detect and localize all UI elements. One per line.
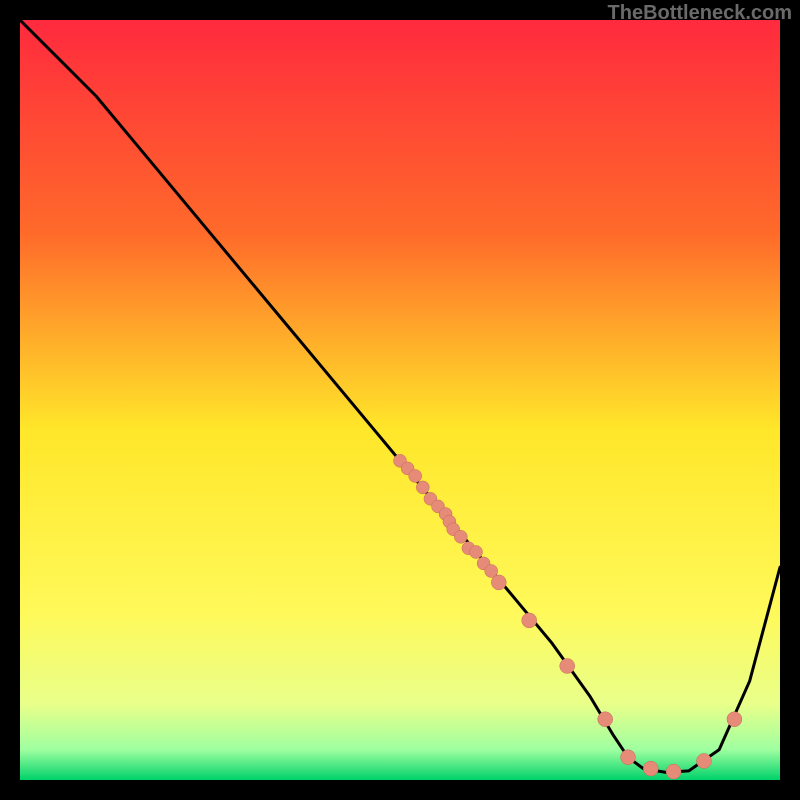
scatter-dot — [491, 575, 506, 590]
scatter-dot — [621, 750, 636, 765]
scatter-dot — [416, 481, 429, 494]
scatter-dot — [470, 546, 483, 559]
scatter-dot — [522, 613, 537, 628]
scatter-dot — [643, 761, 658, 776]
scatter-dot — [697, 754, 712, 769]
chart-svg — [20, 20, 780, 780]
chart-stage: TheBottleneck.com — [0, 0, 800, 800]
plot-area — [20, 20, 780, 780]
scatter-dot — [560, 659, 575, 674]
scatter-dot — [454, 530, 467, 543]
scatter-dot — [666, 764, 681, 779]
gradient-background — [20, 20, 780, 780]
scatter-dot — [409, 470, 422, 483]
scatter-dot — [727, 712, 742, 727]
scatter-dot — [598, 712, 613, 727]
